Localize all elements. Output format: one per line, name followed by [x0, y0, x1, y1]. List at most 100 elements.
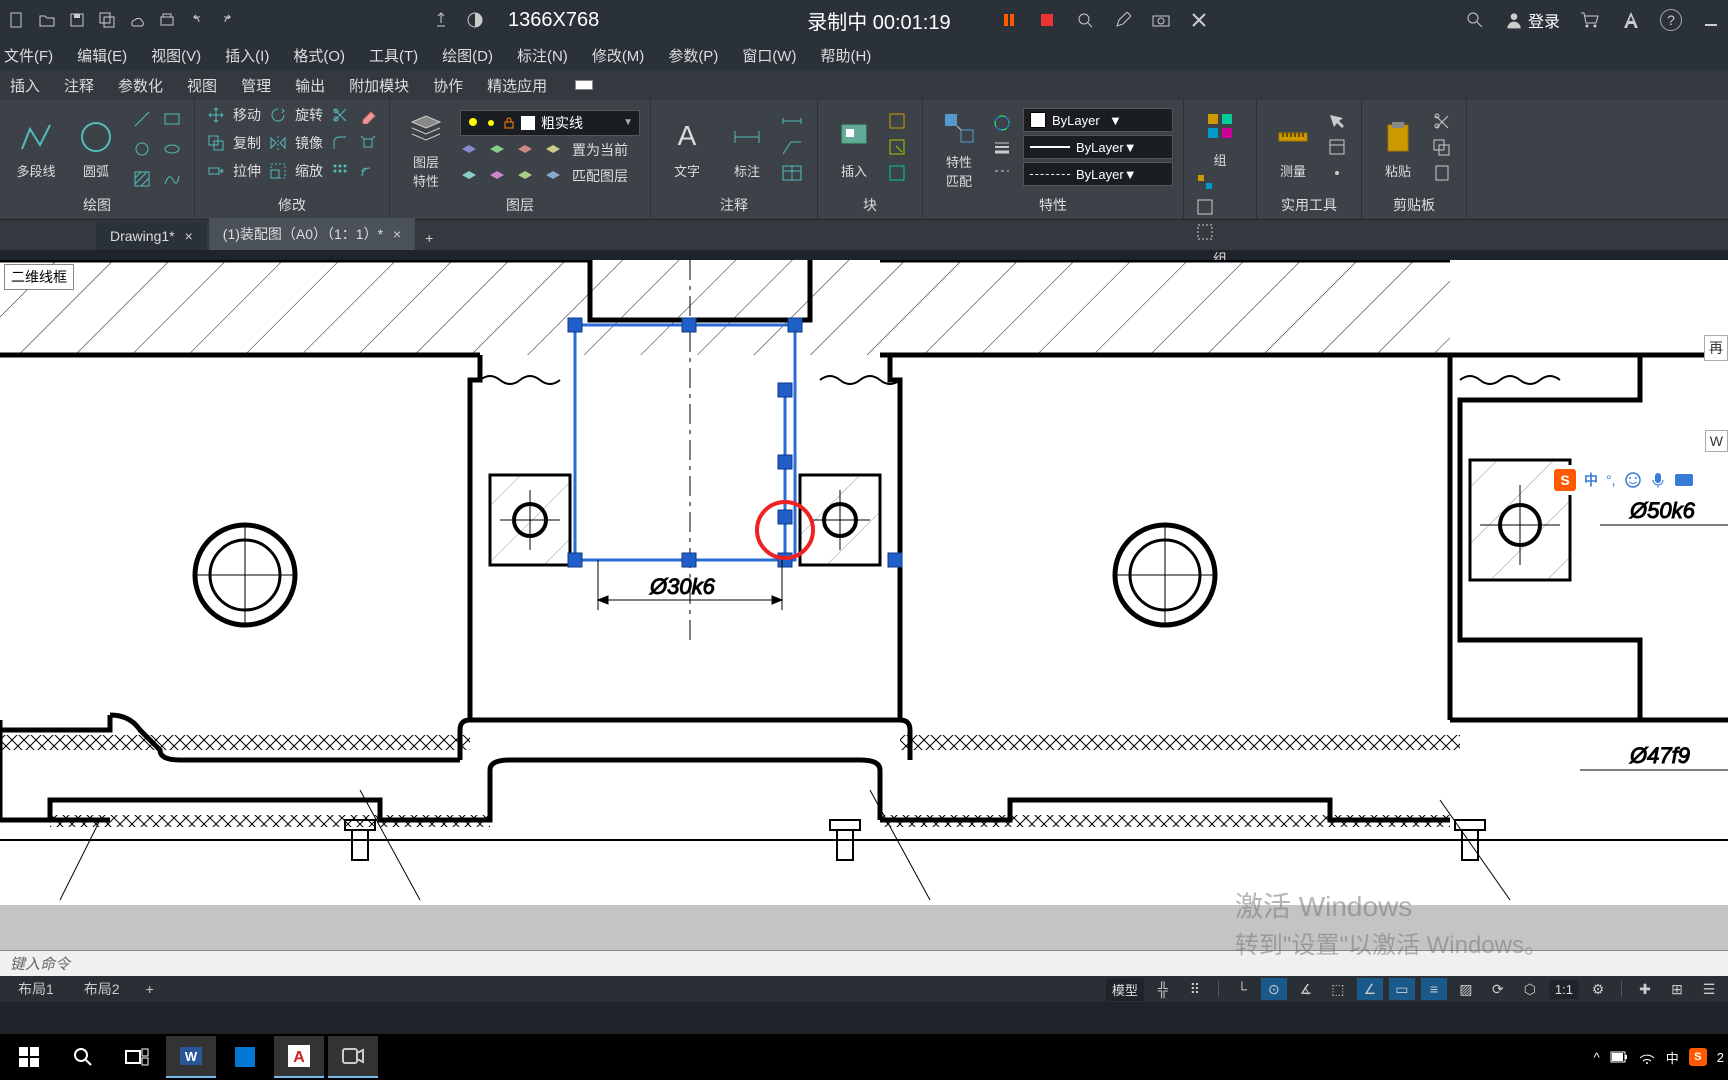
- polar-icon[interactable]: ⊙: [1261, 978, 1287, 1000]
- ime-toolbar[interactable]: S 中 °,: [1548, 465, 1728, 495]
- layer-iso-icon[interactable]: [460, 140, 482, 162]
- menu-tools[interactable]: 工具(T): [369, 45, 418, 66]
- tab-output[interactable]: 输出: [295, 75, 325, 96]
- menu-modify[interactable]: 修改(M): [592, 45, 645, 66]
- lineweight-dropdown[interactable]: ByLayer▼: [1023, 135, 1173, 159]
- contrast-icon[interactable]: [462, 7, 488, 33]
- help-icon[interactable]: ?: [1660, 9, 1682, 31]
- menu-insert[interactable]: 插入(I): [225, 45, 269, 66]
- select-icon[interactable]: [1327, 112, 1351, 134]
- menu-file[interactable]: 文件(F): [4, 45, 53, 66]
- saveas-icon[interactable]: [94, 7, 120, 33]
- zoom-icon[interactable]: [1075, 10, 1095, 30]
- tab-annotate[interactable]: 注释: [64, 75, 94, 96]
- sogou-icon[interactable]: S: [1554, 469, 1576, 491]
- gear-icon[interactable]: ⚙: [1585, 978, 1611, 1000]
- hatch-tool-icon[interactable]: [130, 167, 154, 191]
- layer-tool2-icon[interactable]: [488, 166, 510, 188]
- layer-tool3-icon[interactable]: [516, 166, 538, 188]
- color-dropdown[interactable]: ByLayer▼: [1023, 108, 1173, 132]
- osnap-icon[interactable]: ⬚: [1325, 978, 1351, 1000]
- dimension-button[interactable]: 标注: [721, 115, 773, 182]
- close-recording-icon[interactable]: [1189, 10, 1209, 30]
- measure-button[interactable]: 测量: [1267, 115, 1319, 182]
- move-button[interactable]: 移动: [233, 105, 261, 125]
- menu-window[interactable]: 窗口(W): [742, 45, 796, 66]
- settings-app-icon[interactable]: [220, 1036, 270, 1078]
- arc-button[interactable]: 圆弧: [70, 115, 122, 182]
- tab-insert[interactable]: 插入: [10, 75, 40, 96]
- ime-mic-icon[interactable]: [1650, 471, 1666, 489]
- color-wheel-icon[interactable]: [993, 114, 1015, 136]
- transparency-icon[interactable]: ▨: [1453, 978, 1479, 1000]
- group-button[interactable]: 组: [1194, 104, 1246, 171]
- stop-button[interactable]: [1037, 10, 1057, 30]
- ime-keyboard-icon[interactable]: [1674, 472, 1694, 488]
- cut-icon[interactable]: [1432, 112, 1456, 134]
- table-icon[interactable]: [781, 164, 807, 186]
- ime-indicator[interactable]: 中: [1666, 1048, 1679, 1067]
- tab-featured[interactable]: 精选应用: [487, 75, 547, 96]
- menu-draw[interactable]: 绘图(D): [442, 45, 493, 66]
- taskview-button[interactable]: [112, 1036, 162, 1078]
- new-doc-icon[interactable]: [4, 7, 30, 33]
- battery-icon[interactable]: [1610, 1050, 1628, 1064]
- tab-overflow-icon[interactable]: [575, 80, 593, 90]
- text-button[interactable]: A 文字: [661, 115, 713, 182]
- customization-icon[interactable]: ☰: [1696, 978, 1722, 1000]
- fillet-icon[interactable]: [329, 132, 351, 154]
- ime-lang[interactable]: 中: [1584, 470, 1598, 490]
- array-icon[interactable]: [329, 160, 351, 182]
- linear-dim-icon[interactable]: [781, 112, 807, 134]
- cycling-icon[interactable]: ⟳: [1485, 978, 1511, 1000]
- polyline-button[interactable]: 多段线: [10, 115, 62, 182]
- layer-off-icon[interactable]: [488, 140, 510, 162]
- line-tool-icon[interactable]: [130, 107, 154, 131]
- menu-help[interactable]: 帮助(H): [820, 45, 871, 66]
- tab-manage[interactable]: 管理: [241, 75, 271, 96]
- app-a-icon[interactable]: [1618, 7, 1644, 33]
- ime-emoji-icon[interactable]: [1624, 471, 1642, 489]
- erase-icon[interactable]: [357, 104, 379, 126]
- grid-icon[interactable]: ╬: [1150, 978, 1176, 1000]
- clock[interactable]: 2: [1717, 1050, 1724, 1065]
- copy-icon[interactable]: [205, 132, 227, 154]
- tab-collab[interactable]: 协作: [433, 75, 463, 96]
- start-button[interactable]: [4, 1036, 54, 1078]
- group-edit-icon[interactable]: [1196, 198, 1218, 220]
- tab-addon[interactable]: 附加模块: [349, 75, 409, 96]
- dyn-input-icon[interactable]: ▭: [1389, 978, 1415, 1000]
- layer-tool-icon[interactable]: [460, 166, 482, 188]
- word-app-icon[interactable]: W: [166, 1036, 216, 1078]
- copy-clip-icon[interactable]: [1432, 138, 1456, 160]
- menu-param[interactable]: 参数(P): [668, 45, 718, 66]
- paste-button[interactable]: 粘贴: [1372, 115, 1424, 182]
- login-button[interactable]: 登录: [1504, 8, 1560, 32]
- undo-icon[interactable]: [184, 7, 210, 33]
- match-layer-button[interactable]: 匹配图层: [572, 166, 628, 188]
- scale-display[interactable]: 1:1: [1549, 980, 1579, 999]
- stretch-button[interactable]: 拉伸: [233, 161, 261, 181]
- system-tray[interactable]: ^ 中 S 2: [1594, 1048, 1724, 1067]
- minimize-icon[interactable]: [1698, 7, 1724, 33]
- otrack-icon[interactable]: ∠: [1357, 978, 1383, 1000]
- rotate-button[interactable]: 旋转: [295, 105, 323, 125]
- ellipse-tool-icon[interactable]: [160, 137, 184, 161]
- snap-icon[interactable]: ⠿: [1182, 978, 1208, 1000]
- explode-icon[interactable]: [357, 132, 379, 154]
- leader-icon[interactable]: [781, 138, 807, 160]
- move-icon[interactable]: [205, 104, 227, 126]
- layer-tool4-icon[interactable]: [544, 166, 566, 188]
- ungroup-icon[interactable]: [1196, 173, 1218, 195]
- menu-dimension[interactable]: 标注(N): [517, 45, 568, 66]
- cart-icon[interactable]: [1576, 7, 1602, 33]
- set-current-button[interactable]: 置为当前: [572, 140, 628, 162]
- redo-icon[interactable]: [214, 7, 240, 33]
- lineweight-icon[interactable]: ≡: [1421, 978, 1447, 1000]
- menu-format[interactable]: 格式(O): [293, 45, 345, 66]
- mirror-icon[interactable]: [267, 132, 289, 154]
- layer-dropdown[interactable]: 粗实线 ▼: [460, 110, 640, 136]
- pin-icon[interactable]: [428, 7, 454, 33]
- command-line[interactable]: 键入命令: [0, 950, 1728, 976]
- recorder-app-icon[interactable]: [328, 1036, 378, 1078]
